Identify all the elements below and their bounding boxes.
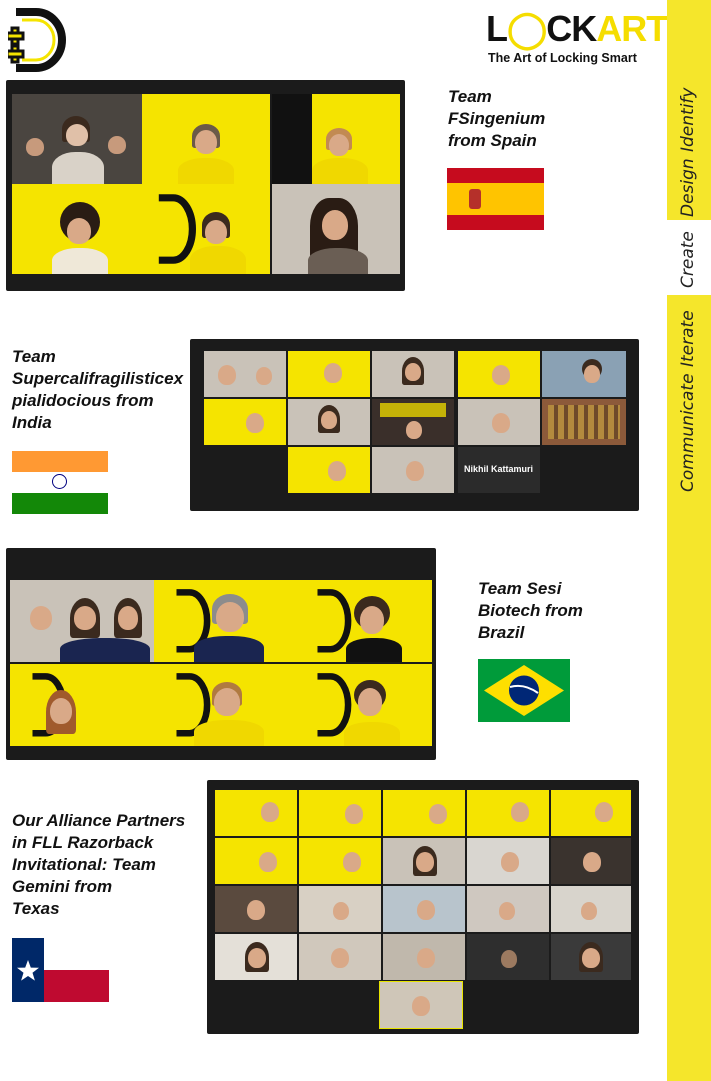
team-label-india: Team Supercalifragilisticex pialidocious… (12, 347, 184, 432)
video-tile (142, 184, 270, 274)
video-tile (467, 838, 549, 884)
india-flag (12, 451, 108, 514)
video-tile (272, 184, 400, 274)
video-tile (10, 580, 154, 662)
brazil-flag (478, 659, 570, 722)
video-tile (467, 934, 549, 980)
video-tile (383, 934, 465, 980)
team-label-brazil: Team Sesi Biotech from Brazil (478, 579, 583, 642)
video-tile (288, 351, 370, 397)
video-tile (383, 886, 465, 932)
video-tile (288, 399, 370, 445)
video-tile (551, 838, 631, 884)
video-tile (372, 351, 454, 397)
video-tile (215, 838, 297, 884)
video-tile (299, 886, 381, 932)
video-tile (10, 664, 154, 746)
process-word-design: Design (678, 158, 698, 217)
video-tile (551, 790, 631, 836)
spain-flag (447, 168, 544, 230)
video-tile (204, 351, 286, 397)
video-tile (467, 790, 549, 836)
video-tile (372, 447, 454, 493)
video-tile (383, 838, 465, 884)
d-plus-logo (5, 8, 70, 72)
process-word-identify: Identify (678, 87, 698, 152)
video-tile (204, 399, 286, 445)
video-tile (272, 94, 400, 184)
video-tile (215, 790, 297, 836)
zoom-call-brazil (6, 548, 436, 760)
video-tile (12, 94, 142, 184)
video-tile (298, 664, 432, 746)
video-tile (215, 934, 297, 980)
zoom-call-texas (207, 780, 639, 1034)
lockart-tagline: The Art of Locking Smart (488, 51, 637, 65)
video-tile (299, 934, 381, 980)
video-tile (299, 838, 381, 884)
video-tile (551, 934, 631, 980)
lockart-title: L◯CKART (486, 8, 668, 49)
video-tile (467, 886, 549, 932)
process-word-create: Create (678, 231, 698, 288)
video-tile (142, 94, 270, 184)
video-tile (298, 580, 432, 662)
video-tile (542, 399, 626, 445)
lockart-logo: L◯CKART The Art of Locking Smart (486, 6, 668, 68)
participant-name: Nikhil Kattamuri (464, 464, 534, 474)
video-tile (542, 351, 626, 397)
video-tile (379, 981, 463, 1029)
video-tile (154, 580, 298, 662)
video-tile (372, 399, 454, 445)
video-tile (299, 790, 381, 836)
process-word-iterate: Iterate (678, 310, 698, 367)
video-tile (154, 664, 298, 746)
video-tile (383, 790, 465, 836)
team-label-texas: Our Alliance Partners in FLL Razorback I… (12, 811, 186, 918)
process-word-communicate: Communicate (678, 373, 698, 492)
video-tile (215, 886, 297, 932)
video-tile (551, 886, 631, 932)
team-label-spain: Team FSingenium from Spain (448, 87, 546, 150)
video-tile (458, 399, 540, 445)
zoom-call-india: Nikhil Kattamuri (190, 339, 639, 511)
video-tile (458, 351, 540, 397)
zoom-call-spain (6, 80, 405, 291)
video-tile (12, 184, 142, 274)
video-tile: Nikhil Kattamuri (458, 447, 540, 493)
texas-flag (12, 938, 109, 1002)
video-tile (288, 447, 370, 493)
